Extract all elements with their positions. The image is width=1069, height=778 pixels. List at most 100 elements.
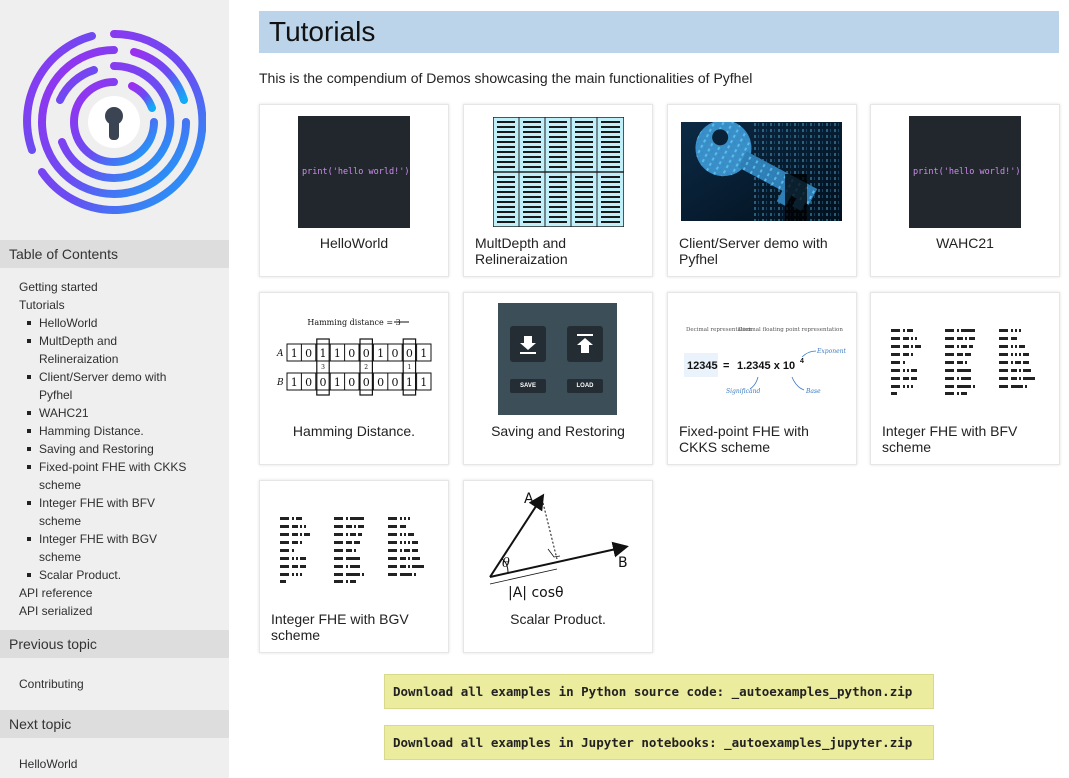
bit-b: 0 xyxy=(320,376,327,389)
card-label[interactable]: HelloWorld xyxy=(264,235,444,251)
card-label[interactable]: Integer FHE with BFV scheme xyxy=(882,423,1051,455)
bit-b: 0 xyxy=(305,376,312,389)
base-label: Base xyxy=(805,388,821,395)
next-topic-heading: Next topic xyxy=(0,710,229,738)
toc-api-reference[interactable]: API reference xyxy=(19,584,205,602)
decimal-float-label: Decimal floating point representation xyxy=(738,327,843,333)
download-python-button[interactable]: Download all examples in Python source c… xyxy=(384,674,934,709)
toc-tutorials[interactable]: Tutorials xyxy=(19,296,205,314)
toc-item-client-server[interactable]: Client/Server demo with Pyfhel xyxy=(25,368,195,404)
card-ckks[interactable]: Decimal representation Decimal floating … xyxy=(667,292,857,465)
toc-item-bgv[interactable]: Integer FHE with BGV scheme xyxy=(25,530,175,566)
morse-code-thumbnail xyxy=(891,329,1035,395)
card-label[interactable]: MultDepth and Relineraization xyxy=(475,235,644,267)
bit-a: 1 xyxy=(291,347,298,360)
toc-item-saving[interactable]: Saving and Restoring xyxy=(25,440,205,458)
card-label[interactable]: Integer FHE with BGV scheme xyxy=(271,611,440,643)
diff-mark: 3 xyxy=(321,364,325,371)
download-jupyter-button[interactable]: Download all examples in Jupyter noteboo… xyxy=(384,725,934,760)
vector-a-label: A xyxy=(524,491,534,507)
card-client-server[interactable]: Client/Server demo with Pyfhel xyxy=(667,104,857,277)
code-thumbnail: print('hello world!') xyxy=(298,116,410,228)
bit-a: 0 xyxy=(406,347,413,360)
code-text: print('hello world!') xyxy=(302,167,410,177)
toc-tutorials-list: HelloWorld MultDepth and Relineraization… xyxy=(25,314,205,584)
toc-item-wahc21[interactable]: WAHC21 xyxy=(25,404,205,422)
bit-a: 0 xyxy=(392,347,399,360)
vector-b-label: B xyxy=(618,555,628,571)
card-label[interactable]: Scalar Product. xyxy=(468,611,648,627)
card-helloworld[interactable]: print('hello world!') HelloWorld xyxy=(259,104,449,277)
bit-a: 1 xyxy=(377,347,384,360)
card-label[interactable]: Saving and Restoring xyxy=(468,423,648,439)
bit-a: 1 xyxy=(334,347,341,360)
vector-projection-thumbnail: A B θ |A| cosθ xyxy=(489,491,629,601)
bit-b: 0 xyxy=(363,376,370,389)
card-saving-restoring[interactable]: SAVE LOAD Saving and Restoring xyxy=(463,292,653,465)
intro-text: This is the compendium of Demos showcasi… xyxy=(259,70,753,86)
card-hamming[interactable]: Hamming distance = 3 A B 1011001001 1001… xyxy=(259,292,449,465)
toc-item-bfv[interactable]: Integer FHE with BFV scheme xyxy=(25,494,175,530)
toc-heading: Table of Contents xyxy=(0,240,229,268)
pyfhel-logo[interactable] xyxy=(22,30,206,214)
save-label: SAVE xyxy=(510,379,546,393)
card-label[interactable]: Hamming Distance. xyxy=(264,423,444,439)
bit-b: 1 xyxy=(406,376,413,389)
toc-getting-started[interactable]: Getting started xyxy=(19,278,205,296)
bit-b: 1 xyxy=(291,376,298,389)
bit-b: 1 xyxy=(420,376,427,389)
card-bfv[interactable]: Integer FHE with BFV scheme xyxy=(870,292,1060,465)
main-content: Tutorials This is the compendium of Demo… xyxy=(259,0,1060,778)
card-label[interactable]: Client/Server demo with Pyfhel xyxy=(679,235,848,267)
toc-api-serialized[interactable]: API serialized xyxy=(19,602,205,620)
hamming-caption: Hamming distance = 3 xyxy=(307,318,400,327)
hamming-distance-thumbnail: Hamming distance = 3 A B 1011001001 1001… xyxy=(276,318,432,396)
upload-icon xyxy=(567,326,603,362)
code-thumbnail: print('hello world!') xyxy=(909,116,1021,228)
load-label: LOAD xyxy=(567,379,603,393)
theta-label: θ xyxy=(502,556,510,571)
previous-topic-heading: Previous topic xyxy=(0,630,229,658)
card-bgv[interactable]: Integer FHE with BGV scheme xyxy=(259,480,449,653)
bit-a: 0 xyxy=(363,347,370,360)
toc-item-ckks[interactable]: Fixed-point FHE with CKKS scheme xyxy=(25,458,205,494)
equals-sign: = xyxy=(723,360,729,372)
bit-b: 0 xyxy=(348,376,355,389)
toc-item-scalar[interactable]: Scalar Product. xyxy=(25,566,205,584)
toc-item-multdepth[interactable]: MultDepth and Relineraization xyxy=(25,332,175,368)
float-value: 1.2345 x 10 xyxy=(737,360,795,372)
previous-topic-link[interactable]: Contributing xyxy=(19,677,84,691)
toc-item-hamming[interactable]: Hamming Distance. xyxy=(25,422,205,440)
fixed-value: 12345 xyxy=(687,360,718,372)
morse-code-thumbnail xyxy=(280,517,424,583)
title-bar: Tutorials xyxy=(259,11,1059,53)
bit-a: 1 xyxy=(420,347,427,360)
sidebar: Table of Contents Getting started Tutori… xyxy=(0,0,229,778)
save-load-thumbnail: SAVE LOAD xyxy=(498,303,617,415)
next-topic-link[interactable]: HelloWorld xyxy=(19,757,77,771)
row-b-label: B xyxy=(276,378,284,388)
toc-item-helloworld[interactable]: HelloWorld xyxy=(25,314,205,332)
fixed-point-thumbnail: Decimal representation Decimal floating … xyxy=(684,327,846,395)
card-label[interactable]: WAHC21 xyxy=(875,235,1055,251)
bit-a: 0 xyxy=(305,347,312,360)
card-multdepth[interactable]: MultDepth and Relineraization xyxy=(463,104,653,277)
bit-b: 0 xyxy=(377,376,384,389)
table-of-contents: Getting started Tutorials HelloWorld Mul… xyxy=(19,278,205,620)
code-text: print('hello world!') xyxy=(913,167,1021,177)
row-a-label: A xyxy=(276,349,284,359)
diff-mark: 2 xyxy=(364,364,368,371)
multiplication-table-thumbnail xyxy=(493,117,624,227)
card-scalar-product[interactable]: A B θ |A| cosθ Scalar Product. xyxy=(463,480,653,653)
exponent-label: Exponent xyxy=(816,348,846,355)
diff-mark: 1 xyxy=(407,364,411,371)
bit-a: 1 xyxy=(320,347,327,360)
card-wahc21[interactable]: print('hello world!') WAHC21 xyxy=(870,104,1060,277)
bit-a: 0 xyxy=(348,347,355,360)
bit-b: 0 xyxy=(392,376,399,389)
bit-b: 1 xyxy=(334,376,341,389)
page-title: Tutorials xyxy=(269,16,376,47)
significand-label: Significand xyxy=(726,388,760,395)
card-label[interactable]: Fixed-point FHE with CKKS scheme xyxy=(679,423,848,455)
float-exp: 4 xyxy=(800,358,804,365)
